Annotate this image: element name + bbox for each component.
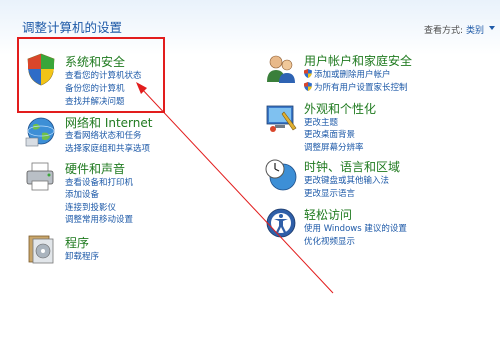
uac-shield-icon	[304, 69, 312, 78]
link-recommended-settings[interactable]: 使用 Windows 建议的设置	[304, 222, 407, 234]
link-label: 为所有用户设置家长控制	[314, 83, 408, 93]
uac-shield-icon	[304, 82, 312, 91]
link-keyboards-input[interactable]: 更改键盘或其他输入法	[304, 174, 389, 186]
category-title[interactable]: 轻松访问	[304, 206, 352, 223]
category-title[interactable]: 外观和个性化	[304, 100, 376, 117]
network-globe-icon[interactable]	[24, 114, 58, 148]
chevron-down-icon[interactable]	[489, 26, 495, 30]
link-add-device[interactable]: 添加设备	[65, 188, 99, 200]
users-icon[interactable]	[264, 52, 298, 86]
background-fade	[350, 284, 500, 344]
link-screen-resolution[interactable]: 调整屏幕分辨率	[304, 141, 364, 153]
link-add-remove-users[interactable]: 添加或删除用户帐户	[304, 68, 391, 80]
page-title: 调整计算机的设置	[22, 20, 123, 35]
link-label: 添加或删除用户帐户	[314, 70, 391, 80]
link-projector[interactable]: 连接到投影仪	[65, 201, 116, 213]
link-homegroup[interactable]: 选择家庭组和共享选项	[65, 142, 150, 154]
printer-icon[interactable]	[24, 160, 58, 194]
link-uninstall[interactable]: 卸载程序	[65, 250, 99, 262]
link-devices-printers[interactable]: 查看设备和打印机	[65, 176, 133, 188]
link-display-language[interactable]: 更改显示语言	[304, 187, 355, 199]
link-parental-controls[interactable]: 为所有用户设置家长控制	[304, 81, 408, 93]
link-optimize-display[interactable]: 优化视频显示	[304, 235, 355, 247]
programs-icon[interactable]	[24, 232, 58, 266]
ease-of-access-icon[interactable]	[264, 206, 298, 240]
category-title[interactable]: 时钟、语言和区域	[304, 158, 400, 175]
clock-globe-icon[interactable]	[264, 158, 298, 192]
view-by-label: 查看方式:	[424, 26, 464, 36]
link-change-theme[interactable]: 更改主题	[304, 116, 338, 128]
highlight-box	[17, 37, 165, 113]
category-title[interactable]: 硬件和声音	[65, 160, 125, 177]
link-mobility-settings[interactable]: 调整常用移动设置	[65, 213, 133, 225]
appearance-icon[interactable]	[264, 100, 298, 134]
category-title[interactable]: 用户帐户和家庭安全	[304, 52, 412, 69]
link-network-status[interactable]: 查看网络状态和任务	[65, 129, 142, 141]
category-title[interactable]: 程序	[65, 234, 89, 251]
link-desktop-background[interactable]: 更改桌面背景	[304, 128, 355, 140]
view-by-dropdown[interactable]: 类别	[466, 23, 484, 36]
